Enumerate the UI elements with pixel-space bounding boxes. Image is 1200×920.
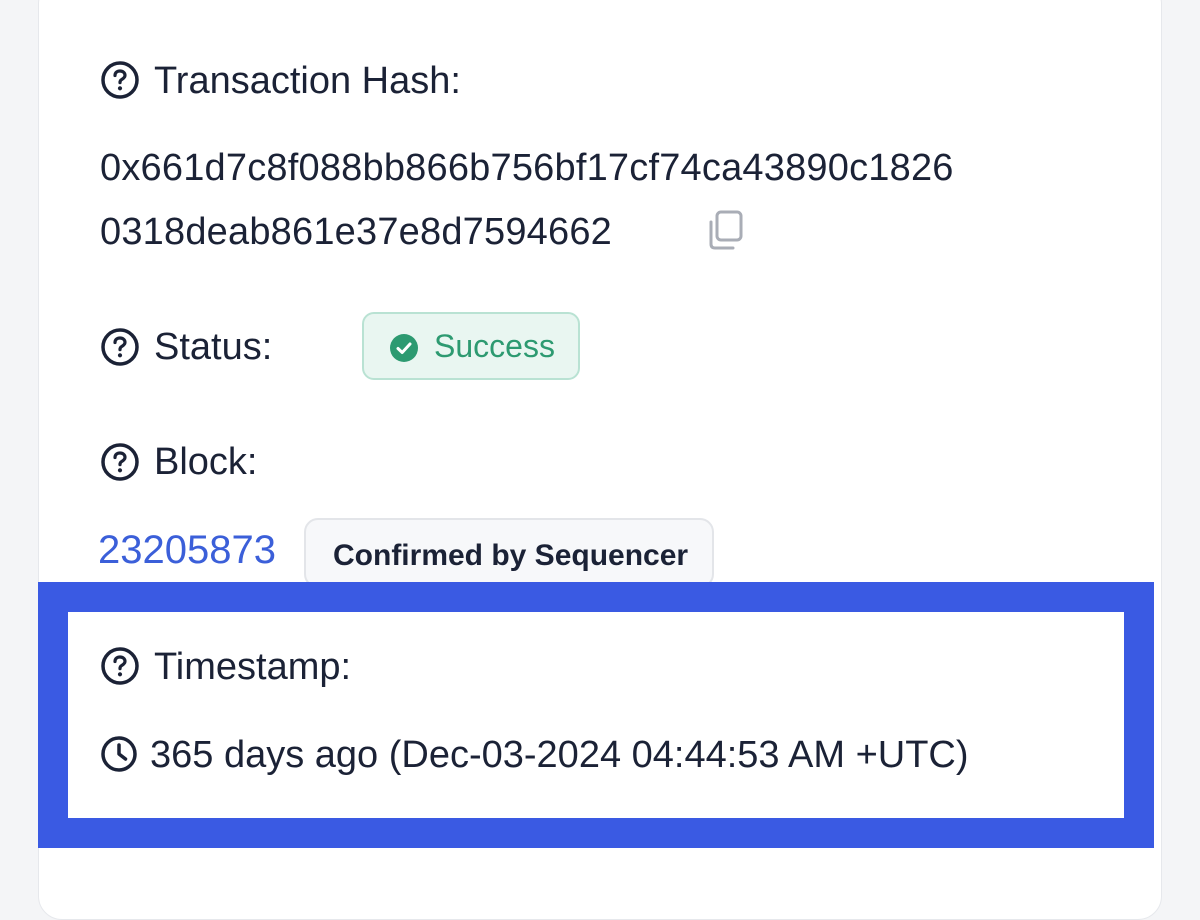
timestamp-section: Timestamp: 365 days ago (Dec-03-2024 04:… (68, 612, 1124, 818)
copy-icon[interactable] (704, 208, 748, 252)
check-circle-icon (390, 334, 418, 362)
transaction-hash-line-2: 0318deab861e37e8d7594662 (100, 211, 613, 253)
confirmation-text: Confirmed by Sequencer (333, 539, 689, 572)
clock-icon (101, 736, 137, 772)
question-circle-icon[interactable] (100, 646, 140, 686)
question-circle-icon[interactable] (100, 327, 140, 367)
timestamp-highlight-box: Timestamp: 365 days ago (Dec-03-2024 04:… (38, 582, 1154, 848)
confirmation-badge: Confirmed by Sequencer (304, 518, 714, 588)
transaction-hash-line-1: 0x661d7c8f088bb866b756bf17cf74ca43890c18… (100, 147, 954, 189)
status-value: Success (434, 328, 555, 364)
transaction-hash-label: Transaction Hash: (154, 60, 461, 102)
status-badge: Success (362, 312, 580, 380)
block-number-link[interactable]: 23205873 (98, 530, 276, 570)
block-label: Block: (154, 441, 258, 483)
timestamp-value: 365 days ago (Dec-03-2024 04:44:53 AM +U… (150, 734, 969, 776)
timestamp-label: Timestamp: (154, 646, 352, 688)
question-circle-icon[interactable] (100, 442, 140, 482)
status-label: Status: (154, 326, 273, 368)
question-circle-icon[interactable] (100, 60, 140, 100)
